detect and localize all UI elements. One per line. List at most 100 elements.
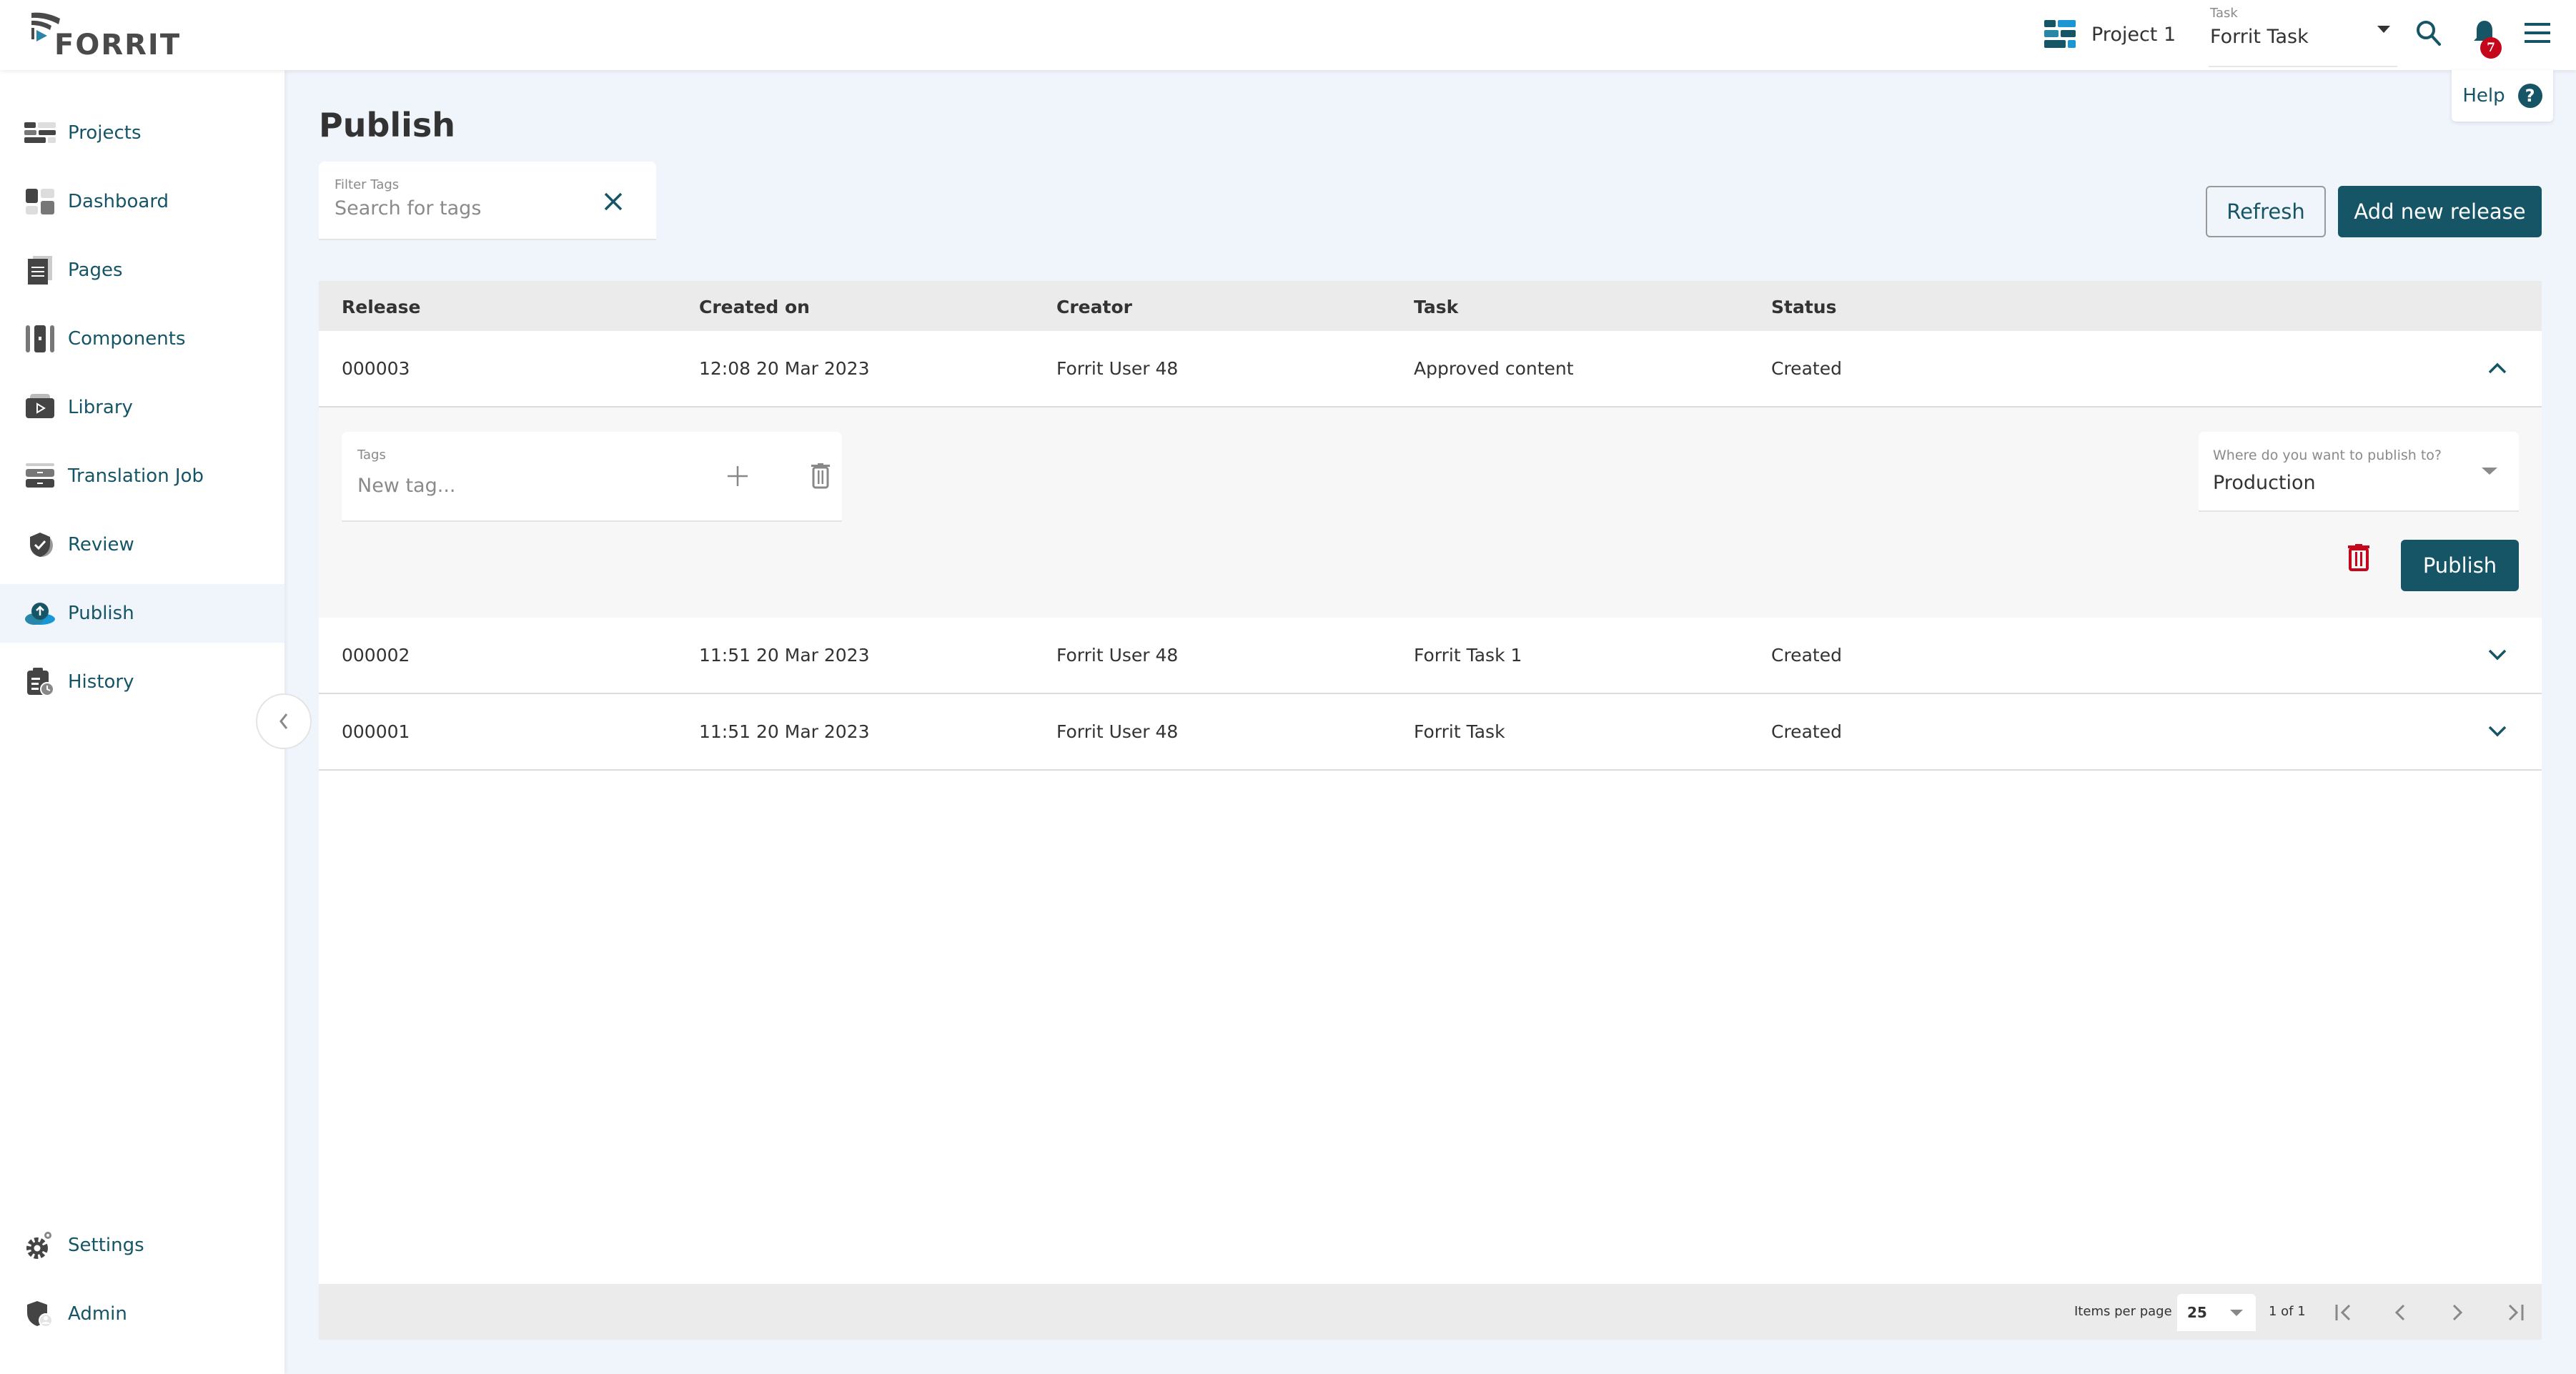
table-row[interactable]: 000001 11:51 20 Mar 2023 Forrit User 48 …	[319, 694, 2542, 771]
sidebar-item-history[interactable]: History	[0, 653, 284, 711]
previous-page-button[interactable]	[2384, 1297, 2416, 1328]
new-tag-input[interactable]	[357, 475, 658, 497]
chevron-down-icon	[2488, 726, 2507, 737]
sidebar-item-library[interactable]: Library	[0, 378, 284, 437]
delete-tag-button[interactable]	[803, 459, 838, 493]
cell-release: 000001	[342, 721, 410, 742]
project-selector[interactable]: Project 1	[2044, 20, 2176, 49]
forrit-logo[interactable]: FORRIT	[29, 9, 179, 63]
publish-button[interactable]: Publish	[2401, 540, 2519, 591]
chevron-left-icon	[2394, 1304, 2405, 1321]
filter-tags-caption: Filter Tags	[335, 177, 400, 192]
filter-tags-input[interactable]	[335, 197, 570, 219]
sidebar-item-pages[interactable]: Pages	[0, 241, 284, 300]
add-tag-button[interactable]	[720, 459, 755, 493]
menu-button[interactable]	[2522, 17, 2553, 49]
items-per-page-select[interactable]: 25	[2177, 1294, 2256, 1331]
sidebar-item-label: Dashboard	[68, 191, 169, 212]
publish-destination-dropdown[interactable]: Where do you want to publish to? Product…	[2199, 432, 2519, 512]
column-header-release[interactable]: Release	[342, 297, 420, 317]
cell-status: Created	[1771, 358, 1842, 379]
sidebar-item-admin[interactable]: Admin	[0, 1285, 284, 1343]
page-title: Publish	[319, 106, 456, 144]
pages-icon	[24, 254, 56, 286]
column-header-task[interactable]: Task	[1414, 297, 1458, 317]
collapse-sidebar-button[interactable]	[256, 693, 312, 749]
chevron-right-icon	[2452, 1304, 2463, 1321]
expand-row-button[interactable]	[2482, 639, 2513, 671]
collapse-row-button[interactable]	[2482, 352, 2513, 384]
releases-table: Release Created on Creator Task Status 0…	[319, 281, 2542, 1340]
sidebar-item-components[interactable]: Components	[0, 310, 284, 368]
dashboard-icon	[24, 186, 56, 217]
search-button[interactable]	[2413, 17, 2444, 49]
cell-release: 000003	[342, 358, 410, 379]
sidebar-item-review[interactable]: Review	[0, 515, 284, 574]
sidebar-item-label: Publish	[68, 603, 134, 624]
chevron-left-icon	[279, 713, 288, 729]
table-row[interactable]: 000003 12:08 20 Mar 2023 Forrit User 48 …	[319, 331, 2542, 407]
cell-created-on: 11:51 20 Mar 2023	[699, 645, 870, 666]
dropdown-arrow-icon	[2230, 1310, 2243, 1316]
last-page-icon	[2508, 1304, 2524, 1321]
cell-task: Forrit Task	[1414, 721, 1505, 742]
sidebar-item-label: Library	[68, 397, 133, 418]
sidebar-item-label: Settings	[68, 1235, 144, 1256]
top-bar: FORRIT Project 1 Task Forrit Task 7	[0, 0, 2576, 70]
admin-icon	[24, 1298, 56, 1330]
last-page-button[interactable]	[2499, 1297, 2530, 1328]
clear-filter-button[interactable]	[599, 187, 628, 216]
chevron-down-icon	[2488, 649, 2507, 661]
delete-release-button[interactable]	[2342, 540, 2376, 575]
sidebar-item-label: Projects	[68, 122, 142, 144]
refresh-button[interactable]: Refresh	[2206, 186, 2326, 237]
tags-field: Tags	[342, 432, 842, 522]
sidebar-item-label: Components	[68, 328, 186, 350]
task-dropdown[interactable]: Task Forrit Task	[2209, 0, 2397, 67]
dropdown-arrow-icon	[2377, 26, 2390, 33]
sidebar-item-settings[interactable]: Settings	[0, 1216, 284, 1275]
components-icon	[24, 323, 56, 355]
history-icon	[24, 666, 56, 698]
sidebar-item-label: Admin	[68, 1303, 127, 1325]
items-per-page-label: Items per page	[2074, 1304, 2172, 1319]
destination-value: Production	[2213, 472, 2316, 494]
cell-creator: Forrit User 48	[1056, 358, 1179, 379]
task-caption: Task	[2210, 6, 2238, 21]
column-header-created-on[interactable]: Created on	[699, 297, 810, 317]
cell-creator: Forrit User 48	[1056, 645, 1179, 666]
column-header-status[interactable]: Status	[1771, 297, 1836, 317]
sidebar-item-projects[interactable]: Projects	[0, 104, 284, 162]
library-icon	[24, 392, 56, 423]
first-page-icon	[2335, 1304, 2351, 1321]
destination-caption: Where do you want to publish to?	[2213, 448, 2442, 463]
first-page-button[interactable]	[2329, 1297, 2360, 1328]
column-header-creator[interactable]: Creator	[1056, 297, 1132, 317]
expand-row-button[interactable]	[2482, 716, 2513, 747]
sidebar-item-label: Review	[68, 534, 134, 555]
sidebar-item-translation-job[interactable]: Translation Job	[0, 447, 284, 505]
sidebar-item-label: History	[68, 671, 134, 693]
add-new-release-button[interactable]: Add new release	[2338, 186, 2542, 237]
close-icon	[604, 192, 623, 211]
hamburger-menu-icon	[2525, 23, 2550, 43]
cell-task: Approved content	[1414, 358, 1574, 379]
trash-icon	[2348, 544, 2369, 571]
page-info: 1 of 1	[2269, 1304, 2306, 1319]
chevron-up-icon	[2488, 362, 2507, 374]
sidebar-item-dashboard[interactable]: Dashboard	[0, 172, 284, 231]
sidebar-item-label: Translation Job	[68, 465, 204, 487]
sidebar-item-label: Pages	[68, 260, 123, 281]
cell-task: Forrit Task 1	[1414, 645, 1522, 666]
tags-caption: Tags	[357, 448, 386, 463]
cell-creator: Forrit User 48	[1056, 721, 1179, 742]
next-page-button[interactable]	[2442, 1297, 2473, 1328]
logo-text: FORRIT	[54, 29, 182, 61]
plus-icon	[728, 466, 748, 486]
review-icon	[24, 529, 56, 560]
help-button[interactable]: Help ?	[2452, 70, 2553, 122]
publish-icon	[24, 598, 56, 629]
table-row[interactable]: 000002 11:51 20 Mar 2023 Forrit User 48 …	[319, 618, 2542, 694]
sidebar-item-publish[interactable]: Publish	[0, 584, 284, 643]
projects-icon	[24, 117, 56, 149]
